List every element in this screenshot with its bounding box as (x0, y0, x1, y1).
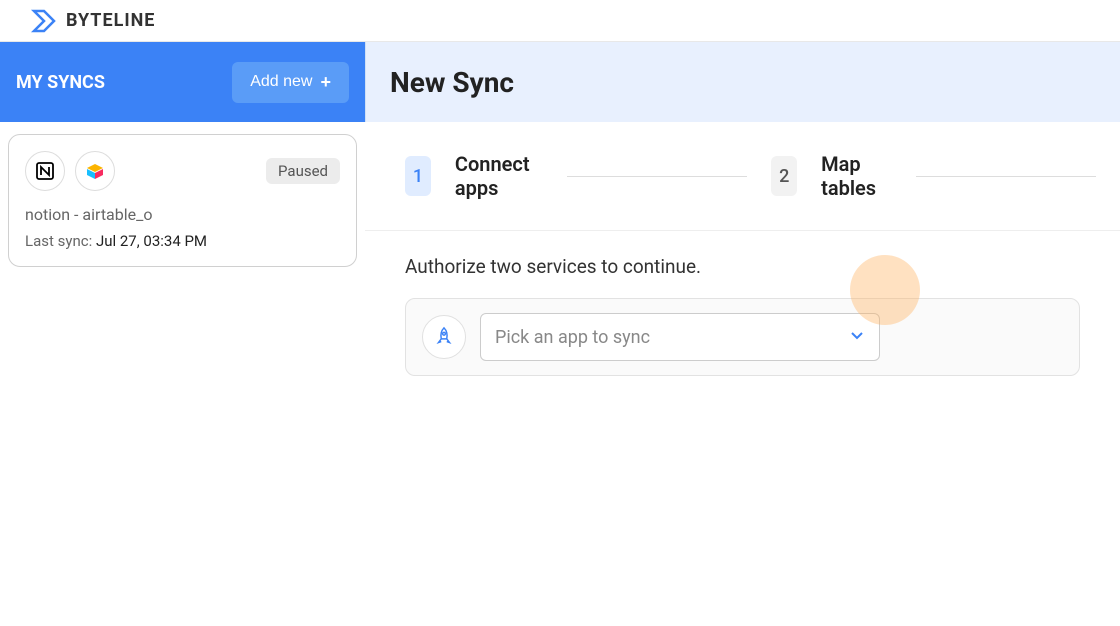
add-new-button[interactable]: Add new + (232, 62, 349, 103)
app-select-dropdown[interactable]: Pick an app to sync (480, 313, 880, 361)
step-1[interactable]: 1 Connect apps (405, 152, 543, 200)
step-2-number: 2 (771, 156, 797, 196)
step-connector (567, 176, 747, 177)
step-2-label: Map tables (821, 152, 892, 200)
page-title: New Sync (390, 66, 514, 99)
add-new-label: Add new (250, 73, 312, 91)
app-picker-row: Pick an app to sync (405, 298, 1080, 376)
sync-app-icons (25, 151, 115, 191)
last-sync-value: Jul 27, 03:34 PM (96, 232, 207, 250)
last-sync-label: Last sync: (25, 232, 92, 250)
brand-name: BYTELINE (66, 10, 155, 31)
sidebar: MY SYNCS Add new + Paused notion - airta… (0, 42, 365, 626)
step-2[interactable]: 2 Map tables (771, 152, 892, 200)
instruction-text: Authorize two services to continue. (365, 231, 1120, 298)
stepper: 1 Connect apps 2 Map tables (365, 122, 1120, 231)
main-header: New Sync (365, 42, 1120, 122)
byteline-logo-icon (30, 7, 58, 35)
airtable-icon (75, 151, 115, 191)
status-badge: Paused (266, 158, 340, 184)
sync-card[interactable]: Paused notion - airtable_o Last sync: Ju… (8, 134, 357, 267)
sync-card-top: Paused (25, 151, 340, 191)
chevron-down-icon (849, 327, 865, 348)
sync-meta: Last sync: Jul 27, 03:34 PM (25, 232, 340, 250)
app-header: BYTELINE (0, 0, 1120, 42)
main-panel: New Sync 1 Connect apps 2 Map tables Aut… (365, 42, 1120, 626)
step-1-number: 1 (405, 156, 431, 196)
logo[interactable]: BYTELINE (30, 7, 155, 35)
sidebar-header: MY SYNCS Add new + (0, 42, 365, 122)
notion-icon (25, 151, 65, 191)
step-1-label: Connect apps (455, 152, 544, 200)
rocket-icon (422, 315, 466, 359)
app-select-placeholder: Pick an app to sync (495, 327, 650, 348)
sync-name: notion - airtable_o (25, 205, 340, 224)
sidebar-title: MY SYNCS (16, 72, 105, 93)
plus-icon: + (320, 72, 331, 93)
step-connector-2 (916, 176, 1096, 177)
